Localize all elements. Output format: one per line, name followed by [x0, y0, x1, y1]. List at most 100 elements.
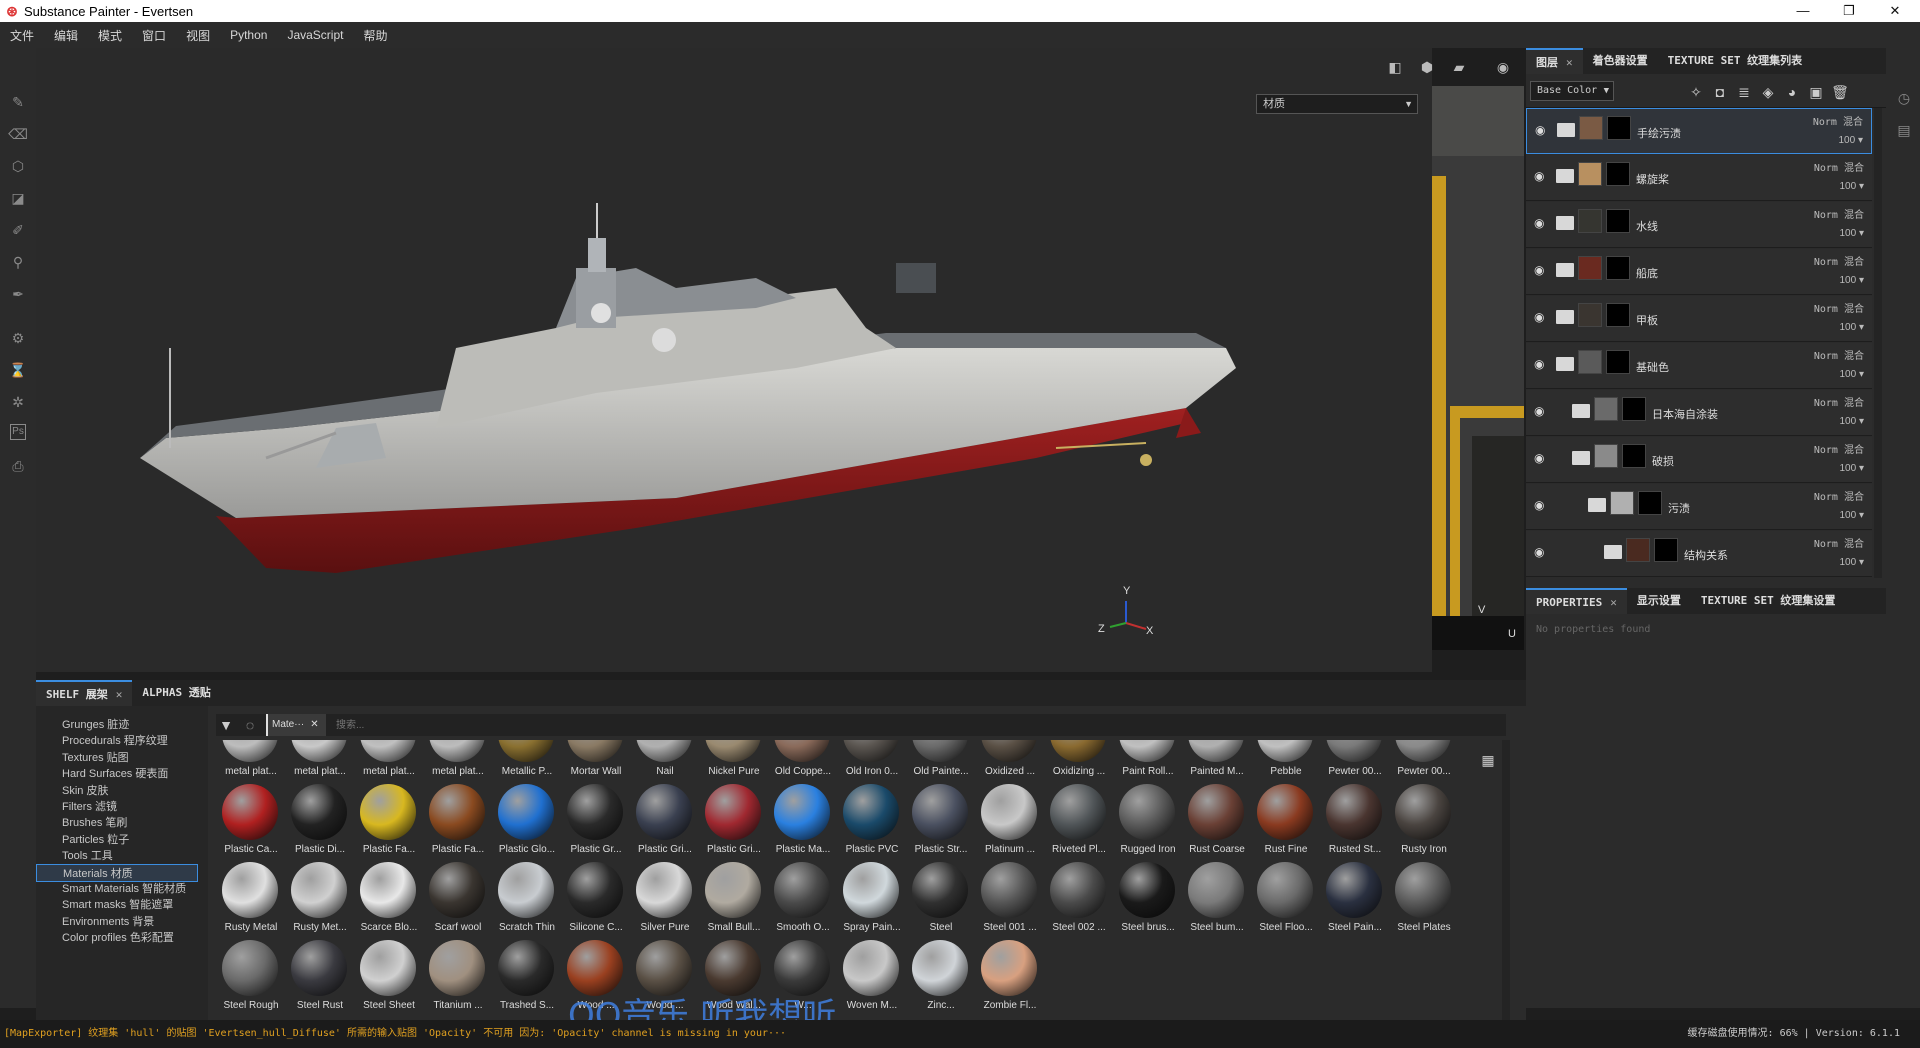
- layer-row[interactable]: ◉ 水线 Norm 混合 100 ▾: [1526, 202, 1872, 248]
- layer-blend-mode[interactable]: Norm 混合: [1814, 206, 1864, 221]
- material-item[interactable]: Rust Fine: [1251, 784, 1317, 862]
- shelf-category-item[interactable]: Tools 工具: [62, 847, 198, 865]
- add-layer-icon[interactable]: ≣: [1734, 82, 1754, 102]
- material-item[interactable]: Steel 001 ...: [975, 862, 1041, 940]
- material-item[interactable]: Scarce Blo...: [354, 862, 420, 940]
- layer-name[interactable]: 螺旋桨: [1636, 171, 1669, 187]
- layer-mask-thumbnail[interactable]: [1606, 303, 1630, 327]
- texture-set-icon[interactable]: ✲: [8, 392, 28, 412]
- material-item[interactable]: Steel Rust: [285, 940, 351, 1018]
- layer-opacity[interactable]: 100 ▾: [1840, 181, 1865, 192]
- close-icon[interactable]: ✕: [1566, 56, 1573, 69]
- layer-scrollbar[interactable]: [1874, 108, 1882, 578]
- layer-row[interactable]: ◉ 破损 Norm 混合 100 ▾: [1526, 437, 1872, 483]
- bake-icon[interactable]: ⌛: [8, 360, 28, 380]
- camera-icon[interactable]: ◉: [1492, 56, 1514, 78]
- export-icon[interactable]: ⎙: [8, 456, 28, 476]
- material-item[interactable]: Rusted St...: [1320, 784, 1386, 862]
- folder-icon[interactable]: [1556, 263, 1574, 277]
- tab-texture-set-list[interactable]: TEXTURE SET 纹理集列表: [1658, 48, 1812, 74]
- layer-row[interactable]: ◉ 船底 Norm 混合 100 ▾: [1526, 249, 1872, 295]
- close-icon[interactable]: ✕: [1610, 596, 1617, 609]
- material-item[interactable]: Oxidizing ...: [1044, 740, 1110, 784]
- add-effect-icon[interactable]: ✧: [1686, 82, 1706, 102]
- layer-blend-mode[interactable]: Norm 混合: [1814, 441, 1864, 456]
- layer-row[interactable]: ◉ 结构关系 Norm 混合 100 ▾: [1526, 531, 1872, 577]
- material-item[interactable]: Plastic Gri...: [699, 784, 765, 862]
- shelf-category-item[interactable]: Brushes 笔刷: [62, 814, 198, 832]
- layer-blend-mode[interactable]: Norm 混合: [1814, 159, 1864, 174]
- menu-view[interactable]: 视图: [186, 27, 210, 44]
- material-item[interactable]: Old Painte...: [906, 740, 972, 784]
- material-item[interactable]: Pewter 00...: [1389, 740, 1455, 784]
- refresh-icon[interactable]: ◌: [240, 715, 260, 735]
- material-item[interactable]: Steel 002 ...: [1044, 862, 1110, 940]
- material-item[interactable]: Steel Plates: [1389, 862, 1455, 940]
- material-item[interactable]: Metallic P...: [492, 740, 558, 784]
- layer-mask-thumbnail[interactable]: [1606, 209, 1630, 233]
- tab-texture-set-settings[interactable]: TEXTURE SET 纹理集设置: [1691, 588, 1845, 614]
- folder-icon[interactable]: [1572, 451, 1590, 465]
- layer-name[interactable]: 污渍: [1668, 500, 1690, 516]
- layer-row[interactable]: ◉ 基础色 Norm 混合 100 ▾: [1526, 343, 1872, 389]
- menu-python[interactable]: Python: [230, 28, 267, 42]
- material-item[interactable]: Zinc...: [906, 940, 972, 1018]
- material-item[interactable]: Mortar Wall: [561, 740, 627, 784]
- close-icon[interactable]: ✕: [116, 688, 123, 701]
- layer-opacity[interactable]: 100 ▾: [1840, 510, 1865, 521]
- layer-name[interactable]: 结构关系: [1684, 547, 1728, 563]
- eye-icon[interactable]: ◉: [1535, 123, 1553, 137]
- material-item[interactable]: Old Iron 0...: [837, 740, 903, 784]
- layer-opacity[interactable]: 100 ▾: [1840, 369, 1865, 380]
- history-icon[interactable]: ◷: [1894, 88, 1914, 108]
- folder-icon[interactable]: [1604, 545, 1622, 559]
- shelf-category-item[interactable]: Filters 滤镜: [62, 798, 198, 816]
- material-item[interactable]: Scratch Thin: [492, 862, 558, 940]
- material-item[interactable]: Plastic PVC: [837, 784, 903, 862]
- folder-icon[interactable]: [1557, 123, 1575, 137]
- layer-mask-thumbnail[interactable]: [1606, 162, 1630, 186]
- menu-file[interactable]: 文件: [10, 27, 34, 44]
- material-item[interactable]: Woven M...: [837, 940, 903, 1018]
- material-item[interactable]: metal plat...: [216, 740, 282, 784]
- tab-display-settings[interactable]: 显示设置: [1627, 588, 1691, 614]
- tab-alphas[interactable]: ALPHAS 透贴: [132, 680, 220, 706]
- material-item[interactable]: Rusty Iron: [1389, 784, 1455, 862]
- eye-icon[interactable]: ◉: [1534, 451, 1552, 465]
- material-item[interactable]: Plastic Fa...: [354, 784, 420, 862]
- material-item[interactable]: Paint Roll...: [1113, 740, 1179, 784]
- add-mask-icon[interactable]: ◘: [1710, 82, 1730, 102]
- layer-blend-mode[interactable]: Norm 混合: [1814, 488, 1864, 503]
- menu-mode[interactable]: 模式: [98, 27, 122, 44]
- eye-icon[interactable]: ◉: [1534, 545, 1552, 559]
- eraser-icon[interactable]: ⌫: [8, 124, 28, 144]
- material-item[interactable]: Steel Pain...: [1320, 862, 1386, 940]
- material-item[interactable]: Steel Floo...: [1251, 862, 1317, 940]
- material-item[interactable]: Steel brus...: [1113, 862, 1179, 940]
- layer-mask-thumbnail[interactable]: [1638, 491, 1662, 515]
- layer-mask-thumbnail[interactable]: [1622, 444, 1646, 468]
- shelf-category-item[interactable]: Particles 粒子: [62, 831, 198, 849]
- material-item[interactable]: Steel Rough: [216, 940, 282, 1018]
- material-item[interactable]: Plastic Str...: [906, 784, 972, 862]
- folder-icon[interactable]: [1556, 169, 1574, 183]
- folder-icon[interactable]: [1556, 357, 1574, 371]
- material-item[interactable]: Plastic Ca...: [216, 784, 282, 862]
- material-item[interactable]: Plastic Fa...: [423, 784, 489, 862]
- paint-brush-icon[interactable]: ✎: [8, 92, 28, 112]
- layer-blend-mode[interactable]: Norm 混合: [1814, 535, 1864, 550]
- settings-icon[interactable]: ⚙: [8, 328, 28, 348]
- menu-javascript[interactable]: JavaScript: [287, 28, 343, 42]
- material-item[interactable]: Scarf wool: [423, 862, 489, 940]
- close-icon[interactable]: ✕: [310, 719, 318, 730]
- viewport-channel-dropdown[interactable]: 材质 ▼: [1256, 94, 1418, 114]
- material-item[interactable]: Pewter 00...: [1320, 740, 1386, 784]
- layer-name[interactable]: 水线: [1636, 218, 1658, 234]
- layer-name[interactable]: 破损: [1652, 453, 1674, 469]
- layer-row[interactable]: ◉ 日本海自涂装 Norm 混合 100 ▾: [1526, 390, 1872, 436]
- layer-name[interactable]: 基础色: [1636, 359, 1669, 375]
- menu-window[interactable]: 窗口: [142, 27, 166, 44]
- folder-icon[interactable]: [1572, 404, 1590, 418]
- material-item[interactable]: metal plat...: [423, 740, 489, 784]
- layer-blend-mode[interactable]: Norm 混合: [1814, 253, 1864, 268]
